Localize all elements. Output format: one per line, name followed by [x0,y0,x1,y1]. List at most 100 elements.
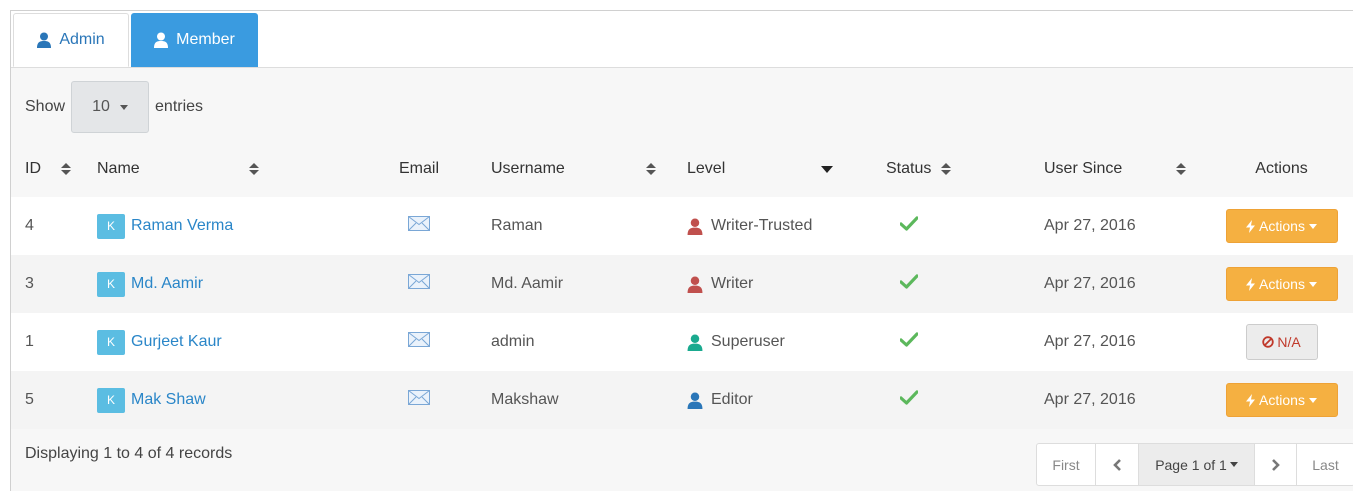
user-icon [687,276,703,293]
envelope-icon[interactable] [408,274,430,289]
actions-label: Actions [1259,392,1305,408]
cell-actions: Actions [1210,197,1353,255]
avatar: K [97,213,125,239]
avatar: K [97,329,125,355]
users-table: ID Name Email Username Level Status User… [11,141,1353,429]
column-header-status[interactable]: Status [880,141,1012,197]
check-icon [899,390,919,405]
sort-icon [249,163,259,175]
caret-down-icon [1229,462,1238,467]
actions-label: Actions [1259,276,1305,292]
user-name-link[interactable]: Gurjeet Kaur [131,333,222,351]
pagination: First Page 1 of 1 Last [1036,443,1353,486]
user-icon [687,218,703,235]
actions-dropdown-button[interactable]: Actions [1225,267,1338,301]
level-label: Writer-Trusted [711,217,813,234]
entries-per-page-value: 10 [92,98,110,115]
first-page-button[interactable]: First [1037,444,1096,485]
tab-label: Member [176,31,235,48]
user-icon [37,32,52,48]
user-icon [687,334,703,351]
bolt-icon [1246,393,1256,407]
cell-name: K Md. Aamir [83,255,353,313]
page-select-dropdown[interactable]: Page 1 of 1 [1139,444,1255,485]
user-name-link[interactable]: Raman Verma [131,217,233,235]
cell-id: 1 [11,313,83,371]
next-page-button[interactable] [1255,444,1297,485]
column-label: User Since [1044,160,1123,177]
cell-actions: Actions [1210,255,1353,313]
bolt-icon [1246,277,1256,291]
column-header-email: Email [353,141,485,197]
column-header-id[interactable]: ID [11,141,83,197]
ban-icon [1262,336,1275,348]
chevron-right-icon [1271,458,1280,471]
level-label: Editor [711,391,753,408]
cell-username: Makshaw [485,371,681,429]
actions-dropdown-button[interactable]: Actions [1225,383,1338,417]
sort-icon [61,163,71,175]
cell-id: 5 [11,371,83,429]
cell-status [880,197,1012,255]
sort-icon [646,163,656,175]
na-label: N/A [1277,334,1301,350]
prev-page-button[interactable] [1096,444,1139,485]
tab-member[interactable]: Member [131,13,258,67]
table-header-row: ID Name Email Username Level Status User… [11,141,1353,197]
cell-user-since: Apr 27, 2016 [1012,313,1210,371]
column-header-name[interactable]: Name [83,141,353,197]
cell-status [880,313,1012,371]
table-row: 4 K Raman Verma Raman Writer-Trusted Apr… [11,197,1353,255]
bolt-icon [1246,219,1256,233]
cell-id: 4 [11,197,83,255]
entries-label: entries [155,98,204,115]
cell-actions: Actions [1210,371,1353,429]
cell-email [353,371,485,429]
tab-bar: Admin Member [11,11,1353,68]
actions-label: Actions [1259,218,1305,234]
last-page-button[interactable]: Last [1297,444,1353,485]
column-label: Level [687,160,726,177]
actions-dropdown-button[interactable]: Actions [1225,209,1338,243]
column-header-user-since[interactable]: User Since [1012,141,1210,197]
envelope-icon[interactable] [408,390,430,405]
check-icon [899,274,919,289]
user-name-link[interactable]: Md. Aamir [131,275,203,293]
chevron-down-icon [119,104,128,110]
table-row: 3 K Md. Aamir Md. Aamir Writer Apr 27, 2… [11,255,1353,313]
envelope-icon[interactable] [408,332,430,347]
entries-per-page-select[interactable]: 10 [71,81,150,133]
column-label: Username [491,160,565,177]
cell-level: Superuser [681,313,880,371]
cell-status [880,255,1012,313]
column-label: Actions [1255,160,1308,177]
cell-level: Writer-Trusted [681,197,880,255]
column-header-level[interactable]: Level [681,141,880,197]
level-label: Writer [711,275,754,292]
tab-admin[interactable]: Admin [13,13,129,67]
cell-status [880,371,1012,429]
cell-level: Editor [681,371,880,429]
cell-level: Writer [681,255,880,313]
cell-email [353,255,485,313]
check-icon [899,332,919,347]
user-management-panel: Admin Member Show 10 entries ID Name Ema… [10,10,1353,491]
page-indicator: Page 1 of 1 [1155,456,1227,473]
sort-icon [1176,163,1186,175]
show-label: Show [25,98,66,115]
user-icon [154,32,169,48]
user-name-link[interactable]: Mak Shaw [131,391,206,409]
check-icon [899,216,919,231]
cell-id: 3 [11,255,83,313]
caret-down-icon [1308,223,1317,229]
column-header-username[interactable]: Username [485,141,681,197]
cell-user-since: Apr 27, 2016 [1012,197,1210,255]
tab-label: Admin [59,31,105,48]
column-label: ID [25,160,41,177]
cell-name: K Mak Shaw [83,371,353,429]
column-label: Email [398,160,439,177]
envelope-icon[interactable] [408,216,430,231]
cell-username: Raman [485,197,681,255]
cell-user-since: Apr 27, 2016 [1012,255,1210,313]
column-label: Name [97,160,140,177]
